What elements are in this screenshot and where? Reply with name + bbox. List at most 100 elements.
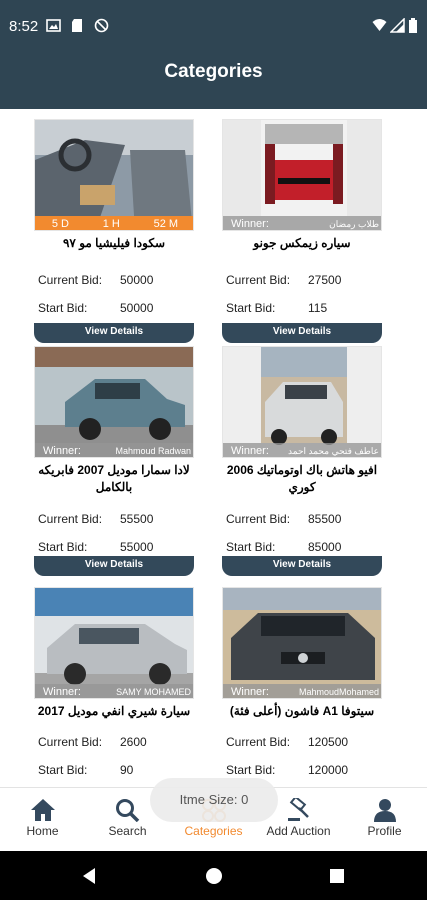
view-details-button[interactable]: View Details [222,556,382,576]
car-photo[interactable]: 5 D 1 H 52 M [34,119,194,231]
status-bar: 8:52 [0,0,427,52]
back-icon[interactable] [80,867,98,885]
battery-icon [409,18,417,33]
winner-name: SAMY MOHAMED [116,687,191,697]
view-details-button[interactable]: View Details [34,556,194,576]
start-bid-label: Start Bid: [38,301,88,315]
recents-icon[interactable] [328,867,346,885]
app-bar: Categories [0,52,427,109]
do-not-disturb-icon [94,18,109,33]
countdown-timer: 5 D 1 H 52 M [35,216,193,230]
timer-minutes: 52 M [153,218,179,230]
auction-card[interactable]: Winner: عاطف فتحي محمد احمد افيو هاتش با… [222,346,382,576]
auction-card[interactable]: 5 D 1 H 52 M سكودا فيليشيا مو ٩٧ Current… [34,119,194,343]
current-bid-row: Current Bid: 85500 [226,512,382,526]
auction-card[interactable]: Winner: طلاب رمضان سياره زيمكس جونو Curr… [222,119,382,343]
start-bid-value: 55000 [120,540,154,554]
start-bid-value: 50000 [120,301,154,315]
page-title: Categories [164,61,263,82]
home-icon [30,799,55,821]
nav-categories-label: Categories [184,824,243,838]
search-icon [115,799,139,822]
winner-label: Winner: [231,445,269,457]
car-title: سياره زيمكس جونو [253,236,351,250]
current-bid-row: Current Bid: 55500 [38,512,194,526]
car-title: سكودا فيليشيا مو ٩٧ [62,236,165,250]
car-title: لادا سمارا موديل 2007 فابريكه بالكامل [38,463,190,494]
current-bid-row: Current Bid: 120500 [226,735,382,749]
current-bid-row: Current Bid: 2600 [38,735,194,749]
current-bid-value: 85500 [308,512,342,526]
start-bid-value: 115 [308,301,328,315]
signal-icon [390,18,405,33]
winner-label: Winner: [231,218,269,230]
home-button-icon[interactable] [204,866,224,886]
start-bid-label: Start Bid: [38,763,88,777]
winner-label: Winner: [231,686,269,698]
car-title: سيارة شيري انفي موديل 2017 [37,704,191,718]
view-details-button[interactable]: View Details [222,323,382,343]
start-bid-row: Start Bid: 90 [38,763,194,777]
nav-profile-label: Profile [367,824,402,838]
start-bid-row: Start Bid: 50000 [38,301,194,315]
car-photo[interactable]: Winner: طلاب رمضان [222,119,382,231]
current-bid-value: 2600 [120,735,147,749]
auction-card[interactable]: Winner: SAMY MOHAMED سيارة شيري انفي مود… [34,587,194,787]
start-bid-value: 85000 [308,540,342,554]
profile-icon [373,799,396,822]
gallery-notification-icon [46,19,61,32]
nav-profile[interactable]: Profile [342,788,427,852]
winner-strip: Winner: MahmoudMohamed [223,684,381,698]
winner-label: Winner: [43,686,81,698]
status-time: 8:52 [9,18,39,35]
start-bid-label: Start Bid: [38,540,88,554]
current-bid-label: Current Bid: [226,735,291,749]
current-bid-label: Current Bid: [38,512,103,526]
nav-add-auction-label: Add Auction [266,824,331,838]
car-title: افيو هاتش باك اوتوماتيك 2006 كوري [226,463,378,494]
start-bid-value: 120000 [308,763,349,777]
car-photo[interactable]: Winner: عاطف فتحي محمد احمد [222,346,382,458]
nav-home-label: Home [26,824,59,838]
start-bid-label: Start Bid: [226,540,276,554]
winner-strip: Winner: طلاب رمضان [223,216,381,230]
winner-label: Winner: [43,445,81,457]
winner-strip: Winner: Mahmoud Radwan [35,443,193,457]
timer-days: 5 D [51,218,69,230]
start-bid-row: Start Bid: 85000 [226,540,382,554]
sd-card-icon [72,19,82,32]
current-bid-value: 50000 [120,273,154,287]
start-bid-label: Start Bid: [226,301,276,315]
system-navigation-bar [0,851,427,900]
current-bid-label: Current Bid: [38,735,103,749]
start-bid-value: 90 [120,763,134,777]
current-bid-label: Current Bid: [226,273,291,287]
current-bid-label: Current Bid: [226,512,291,526]
car-photo[interactable]: Winner: SAMY MOHAMED [34,587,194,699]
current-bid-row: Current Bid: 50000 [38,273,194,287]
view-details-button[interactable]: View Details [34,323,194,343]
winner-name: عاطف فتحي محمد احمد [288,445,379,456]
auction-card[interactable]: Winner: Mahmoud Radwan لادا سمارا موديل … [34,346,194,576]
car-photo[interactable]: Winner: MahmoudMohamed [222,587,382,699]
start-bid-label: Start Bid: [226,763,276,777]
current-bid-label: Current Bid: [38,273,103,287]
nav-search-label: Search [108,824,147,838]
nav-home[interactable]: Home [0,788,85,852]
winner-name: طلاب رمضان [329,218,379,229]
wifi-icon [372,19,387,31]
start-bid-row: Start Bid: 55000 [38,540,194,554]
winner-strip: Winner: SAMY MOHAMED [35,684,193,698]
car-photo[interactable]: Winner: Mahmoud Radwan [34,346,194,458]
auction-card[interactable]: Winner: MahmoudMohamed سيتوفا A1 فاشون (… [222,587,382,787]
item-size-toast: Itme Size: 0 [150,778,278,822]
current-bid-value: 27500 [308,273,342,287]
current-bid-row: Current Bid: 27500 [226,273,382,287]
start-bid-row: Start Bid: 115 [226,301,382,315]
car-title: سيتوفا A1 فاشون (أعلى فئة) [229,704,375,718]
winner-name: Mahmoud Radwan [115,446,191,456]
gavel-icon [287,798,309,821]
current-bid-value: 120500 [308,735,349,749]
auction-grid[interactable]: 5 D 1 H 52 M سكودا فيليشيا مو ٩٧ Current… [0,109,427,787]
timer-hours: 1 H [102,218,120,230]
